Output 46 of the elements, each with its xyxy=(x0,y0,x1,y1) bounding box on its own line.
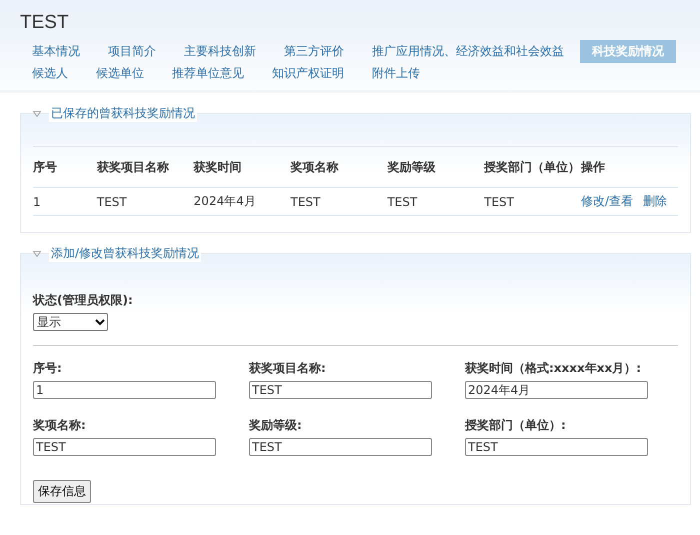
panel-title: 添加/修改曾获科技奖励情况 xyxy=(49,245,202,262)
field-label: 获奖项目名称: xyxy=(249,360,327,377)
field-label: 授奖部门（单位）: xyxy=(465,417,567,434)
nav-tab[interactable]: 基本情况 xyxy=(32,40,80,62)
nav-tab[interactable]: 推广应用情况、经济效益和社会效益 xyxy=(372,40,564,62)
collapse-icon[interactable] xyxy=(33,110,41,116)
input-field[interactable]: 2024年4月 xyxy=(465,381,648,399)
nav-tab[interactable]: 第三方评价 xyxy=(284,40,344,62)
input-field[interactable]: TEST xyxy=(33,438,216,456)
input-field[interactable]: TEST xyxy=(249,438,432,456)
nav-tab[interactable]: 项目简介 xyxy=(108,40,156,62)
action-link[interactable]: 删除 xyxy=(642,194,667,208)
page-title: TEST xyxy=(20,12,70,34)
input-field[interactable]: 1 xyxy=(33,381,216,399)
field-label: 奖励等级: xyxy=(249,417,303,434)
column-header: 操作 xyxy=(580,160,605,174)
input-field[interactable]: TEST xyxy=(465,438,648,456)
nav-tab[interactable]: 知识产权证明 xyxy=(272,62,344,84)
action-link[interactable]: 修改/查看 xyxy=(580,194,633,208)
panel-title: 已保存的曾获科技奖励情况 xyxy=(49,105,197,122)
column-header: 奖项名称 xyxy=(290,160,338,174)
table-cell: TEST xyxy=(96,194,127,208)
field-label: 奖项名称: xyxy=(33,417,87,434)
table-cell: 1 xyxy=(33,194,41,208)
save-button[interactable]: 保存信息 xyxy=(33,480,91,503)
column-header: 获奖项目名称 xyxy=(96,160,169,174)
nav-tab[interactable]: 附件上传 xyxy=(372,62,420,84)
table-cell: TEST xyxy=(290,194,320,208)
nav-tab[interactable]: 主要科技创新 xyxy=(184,40,256,62)
status-dropdown[interactable]: 显示 xyxy=(33,313,108,331)
column-header: 奖励等级 xyxy=(387,160,436,174)
nav-tab[interactable]: 候选单位 xyxy=(96,62,144,84)
chevron-icon xyxy=(95,318,105,326)
field-label: 状态(管理员权限): xyxy=(33,292,134,309)
table-cell: TEST xyxy=(484,194,514,208)
input-field[interactable]: TEST xyxy=(249,381,432,399)
field-label: 获奖时间（格式:xxxx年xx月）: xyxy=(465,360,642,377)
table-cell: 2024年4月 xyxy=(194,194,256,208)
column-header: 获奖时间 xyxy=(194,160,242,174)
table-cell: TEST xyxy=(387,194,418,208)
column-header: 序号 xyxy=(33,160,57,174)
nav-tab[interactable]: 候选人 xyxy=(32,62,68,84)
column-header: 授奖部门（单位） xyxy=(484,160,580,174)
collapse-icon[interactable] xyxy=(33,250,41,256)
field-label: 序号: xyxy=(33,360,63,377)
nav-tab[interactable]: 推荐单位意见 xyxy=(172,62,244,84)
